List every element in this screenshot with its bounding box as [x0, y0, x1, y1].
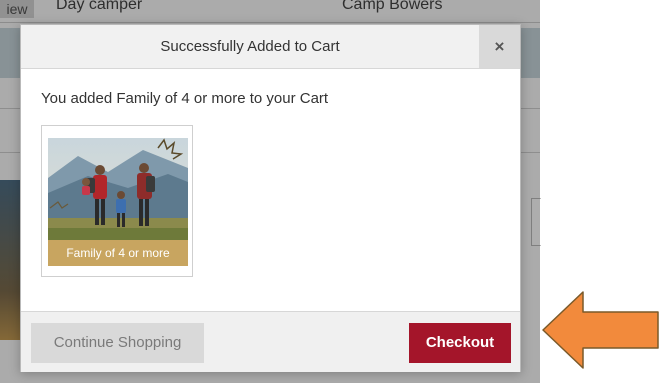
arrow-left-icon — [542, 291, 659, 369]
modal-title: Successfully Added to Cart — [160, 38, 340, 55]
modal-header: Successfully Added to Cart × — [21, 25, 520, 69]
product-image: Family of 4 or more — [48, 138, 188, 266]
modal-footer: Continue Shopping Checkout — [21, 311, 520, 372]
checkout-button[interactable]: Checkout — [409, 323, 511, 363]
add-to-cart-modal: Successfully Added to Cart × You added F… — [20, 24, 521, 372]
continue-shopping-button[interactable]: Continue Shopping — [31, 323, 204, 363]
close-button[interactable]: × — [479, 25, 520, 68]
product-card[interactable]: Family of 4 or more — [41, 125, 193, 277]
close-icon: × — [494, 37, 505, 56]
product-caption: Family of 4 or more — [48, 240, 188, 266]
added-message: You added Family of 4 or more to your Ca… — [41, 90, 329, 107]
